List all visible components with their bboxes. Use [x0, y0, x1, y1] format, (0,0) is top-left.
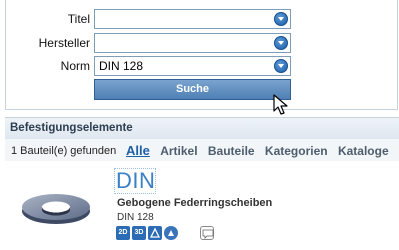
- norm-combobox[interactable]: DIN 128: [94, 56, 291, 76]
- titel-row: Titel: [6, 9, 397, 29]
- titel-combobox[interactable]: [94, 9, 291, 29]
- filter-tab-kataloge[interactable]: Kataloge: [338, 144, 389, 158]
- 3d-icon[interactable]: 3D: [132, 226, 146, 240]
- search-panel: Titel Hersteller Norm DIN 128 Suche: [5, 0, 398, 110]
- filter-tab-bauteile[interactable]: Bauteile: [208, 144, 255, 158]
- part-thumbnail[interactable]: [20, 187, 92, 227]
- part-description[interactable]: Gebogene Federringscheiben: [117, 197, 272, 209]
- 2d-icon[interactable]: 2D: [116, 226, 130, 240]
- search-button[interactable]: Suche: [94, 79, 291, 100]
- found-count: 1 Bauteil(e) gefunden: [11, 145, 117, 157]
- chevron-down-icon[interactable]: [274, 36, 288, 50]
- results-toolbar: 1 Bauteil(e) gefunden Alle Artikel Baute…: [5, 139, 399, 161]
- results-section-header: Befestigungselemente: [5, 117, 399, 139]
- triangle-icon[interactable]: [148, 226, 162, 240]
- hersteller-combobox[interactable]: [94, 33, 291, 53]
- filter-tab-kategorien[interactable]: Kategorien: [265, 144, 328, 158]
- chevron-down-icon[interactable]: [274, 59, 288, 73]
- comment-icon[interactable]: [200, 226, 214, 240]
- norm-label: Norm: [60, 59, 90, 73]
- part-norm: DIN 128: [117, 212, 154, 223]
- part-title-link[interactable]: DIN: [116, 168, 155, 194]
- chevron-down-icon[interactable]: [274, 12, 288, 26]
- titel-label: Titel: [67, 12, 90, 26]
- filter-tabs: Alle Artikel Bauteile Kategorien Katalog…: [126, 143, 396, 158]
- norm-row: Norm DIN 128: [6, 56, 397, 76]
- norm-value: DIN 128: [99, 59, 144, 73]
- mouse-cursor-icon: [273, 94, 288, 115]
- filter-tab-artikel[interactable]: Artikel: [160, 144, 197, 158]
- filter-tab-alle[interactable]: Alle: [126, 143, 150, 158]
- round-icon[interactable]: [164, 226, 178, 240]
- hersteller-label: Hersteller: [38, 36, 90, 50]
- section-title: Befestigungselemente: [10, 122, 133, 134]
- hersteller-row: Hersteller: [6, 33, 397, 53]
